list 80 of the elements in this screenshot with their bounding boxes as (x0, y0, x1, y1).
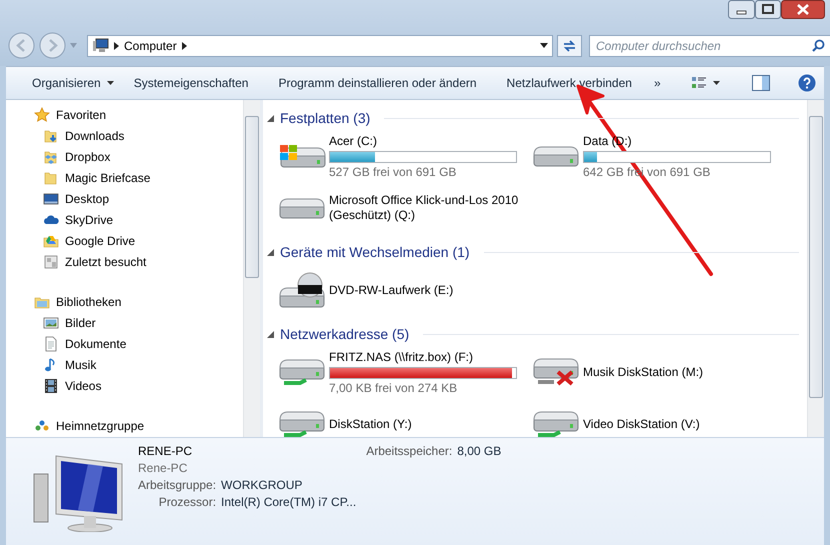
section-header[interactable]: Geräte mit Wechselmedien (1) (280, 244, 470, 260)
nav-group-label[interactable]: Bibliotheken (56, 294, 122, 308)
scrollbar-thumb[interactable] (809, 116, 823, 398)
nav-group-label[interactable]: Favoriten (56, 108, 106, 122)
computer-subtitle: Rene-PC (138, 461, 188, 475)
minimize-button[interactable] (728, 0, 755, 19)
hard-drive-icon (533, 146, 579, 166)
property-value: 8,00 GB (457, 444, 502, 458)
free-space-text: 7,00 KB frei von 274 KB (329, 380, 458, 394)
disconnected-drive-icon (533, 358, 579, 386)
drive-name[interactable]: Video DiskStation (V:) (583, 416, 773, 432)
drive-name[interactable]: FRITZ.NAS (\\fritz.box) (F:) (329, 350, 519, 364)
property-value: Intel(R) Core(TM) i7 CP... (221, 495, 356, 509)
document-icon (43, 336, 59, 352)
scrollbar[interactable] (243, 100, 260, 437)
toolbar-button[interactable]: Systemeigenschaften (124, 72, 258, 94)
free-space-text: 527 GB frei von 691 GB (329, 164, 458, 178)
property-label: Arbeitsspeicher: (366, 444, 452, 458)
dvd-drive-icon (279, 272, 325, 308)
nav-item[interactable]: Bilder (65, 316, 96, 330)
drive-name[interactable]: Acer (C:) (329, 134, 519, 148)
chevron-icon[interactable] (114, 42, 119, 50)
folder-download-icon (43, 128, 59, 144)
picture-icon (43, 314, 59, 330)
collapse-arrow-icon[interactable] (267, 114, 274, 122)
nav-item[interactable]: Downloads (65, 128, 124, 142)
breadcrumb[interactable]: Computer (124, 38, 177, 52)
section-header[interactable]: Netzwerkadresse (5) (280, 326, 410, 342)
dropdown-caret-icon[interactable] (713, 81, 720, 85)
homegroup-icon (34, 418, 50, 434)
desktop-icon (43, 190, 59, 206)
nav-item[interactable]: Musik (65, 358, 96, 372)
collapse-arrow-icon[interactable] (267, 330, 274, 338)
close-button[interactable] (781, 0, 825, 19)
property-label: Prozessor: (158, 495, 216, 509)
more-commands-button[interactable]: » (644, 72, 670, 94)
nav-item[interactable]: Dropbox (65, 150, 110, 164)
computer-icon (92, 38, 109, 53)
collapse-arrow-icon[interactable] (267, 248, 274, 256)
chevron-icon[interactable] (182, 42, 187, 50)
hard-drive-icon (279, 198, 325, 218)
scrollbar[interactable] (807, 100, 824, 437)
search-icon (812, 38, 825, 52)
nav-group-label[interactable]: Heimnetzgruppe (56, 418, 144, 432)
view-options-icon[interactable] (691, 75, 707, 91)
property-value: WORKGROUP (221, 478, 304, 492)
search-field[interactable]: Computer durchsuchen (589, 34, 830, 56)
property-label: Arbeitsgruppe: (138, 478, 216, 492)
folder-icon (43, 170, 59, 186)
nav-item[interactable]: Videos (65, 378, 102, 392)
nav-item[interactable]: Google Drive (65, 234, 136, 248)
film-strip-icon (43, 378, 59, 394)
star-icon (34, 106, 50, 122)
nav-item[interactable]: Desktop (65, 192, 110, 206)
toolbar-button[interactable]: Netzlaufwerk verbinden (498, 72, 641, 94)
help-icon[interactable] (798, 74, 816, 92)
system-drive-icon (278, 144, 326, 168)
nav-item[interactable]: Dokumente (65, 336, 126, 350)
toolbar-button[interactable]: Organisieren (23, 72, 123, 94)
network-drive-icon (533, 410, 579, 437)
drive-name[interactable]: Musik DiskStation (M:) (583, 364, 773, 380)
network-drive-icon (279, 358, 325, 386)
section-header[interactable]: Festplatten (3) (280, 110, 370, 126)
recent-places-icon (43, 254, 59, 270)
nav-item[interactable]: Magic Briefcase (65, 170, 150, 184)
nav-item[interactable]: Zuletzt besucht (65, 254, 146, 268)
computer-name: RENE-PC (138, 444, 194, 458)
preview-pane-icon[interactable] (752, 75, 770, 91)
maximize-button[interactable] (755, 0, 781, 19)
nav-item[interactable]: SkyDrive (65, 212, 114, 226)
scrollbar-thumb[interactable] (245, 116, 259, 278)
toolbar-button[interactable]: Programm deinstallieren oder ändern (269, 72, 486, 94)
drive-name[interactable]: DVD-RW-Laufwerk (E:) (329, 282, 519, 298)
dropbox-folder-icon (43, 148, 59, 164)
drive-name[interactable]: Microsoft Office Klick-und-Los 2010 (Geschützt) (Q:) (329, 193, 519, 223)
drive-name[interactable]: DiskStation (Y:) (329, 416, 519, 432)
address-bar[interactable]: Computer (87, 34, 553, 56)
refresh-button[interactable] (557, 34, 582, 56)
dropdown-caret-icon[interactable] (540, 43, 548, 48)
network-drive-icon (279, 410, 325, 437)
